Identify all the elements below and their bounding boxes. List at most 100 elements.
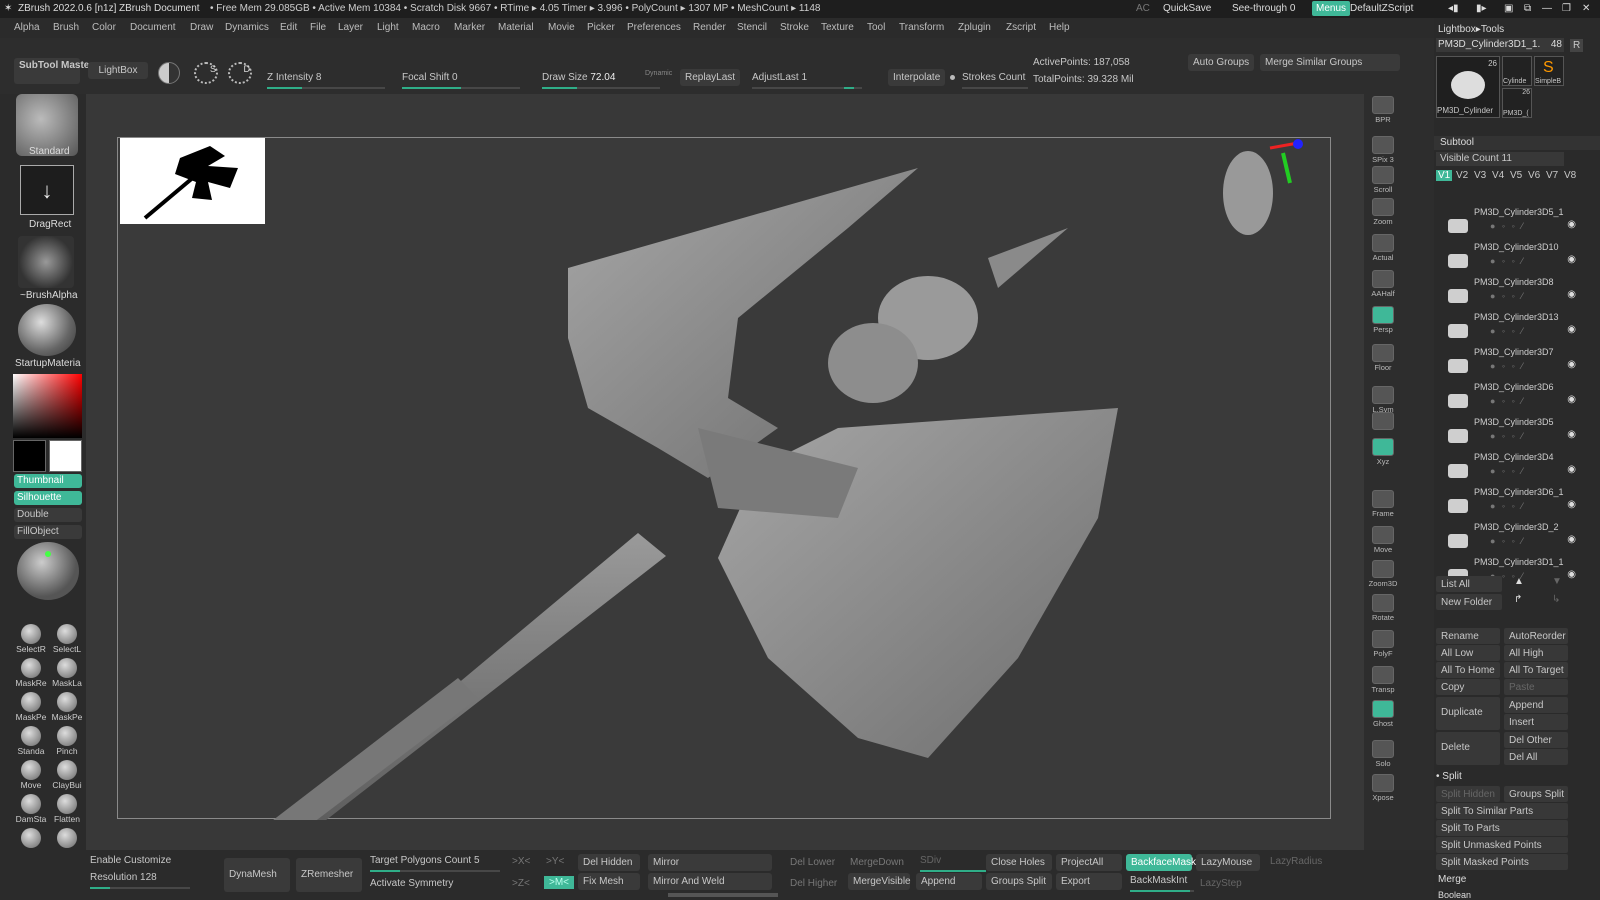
subtool-row[interactable]: PM3D_Cylinder3D6 ● ◦ ◦ ⁄ ◉ (1448, 382, 1576, 417)
eye-icon[interactable]: ◉ (1567, 534, 1576, 545)
version-tab-v3[interactable]: V3 (1474, 170, 1486, 181)
tool-thumbnail-main[interactable]: 26 PM3D_Cylinder (1436, 56, 1500, 118)
split-header[interactable]: • Split (1436, 771, 1462, 782)
r-button[interactable]: R (1570, 39, 1584, 52)
activate-symmetry-button[interactable]: Activate Symmetry (370, 878, 453, 889)
merge-down-button[interactable]: MergeDown (850, 857, 904, 868)
eye-icon[interactable]: ◉ (1567, 499, 1576, 510)
auto-groups-button[interactable]: Auto Groups (1188, 54, 1255, 71)
merge-similar-groups-button[interactable]: Merge Similar Groups (1260, 54, 1400, 71)
bpr-button[interactable]: BPR (1366, 96, 1400, 128)
z-intensity-slider[interactable]: Z Intensity 8 (267, 72, 385, 89)
all-to-target-button[interactable]: All To Target (1504, 662, 1568, 678)
sym-m-button[interactable]: >M< (544, 876, 575, 889)
project-all-button[interactable]: ProjectAll (1056, 854, 1122, 871)
xyz-button[interactable]: Xyz (1366, 438, 1400, 470)
menu-texture[interactable]: Texture (821, 22, 854, 33)
menu-brush[interactable]: Brush (53, 22, 79, 33)
split-to-parts-button[interactable]: Split To Parts (1436, 820, 1568, 836)
menu-help[interactable]: Help (1049, 22, 1070, 33)
color-picker[interactable] (13, 374, 82, 438)
bottom-tray-handle[interactable] (668, 893, 778, 897)
mirror-button[interactable]: Mirror (648, 854, 772, 871)
all-to-home-button[interactable]: All To Home (1436, 662, 1500, 678)
eye-icon[interactable]: ◉ (1567, 324, 1576, 335)
canvas-frame[interactable] (117, 137, 1331, 820)
del-hidden-button[interactable]: Del Hidden (578, 854, 640, 871)
zoom-button[interactable]: Zoom (1366, 198, 1400, 230)
eye-icon[interactable]: ◉ (1567, 464, 1576, 475)
version-tab-v1[interactable]: V1 (1436, 170, 1453, 181)
interpolate-button[interactable]: Interpolate (888, 69, 946, 86)
menu-stroke[interactable]: Stroke (780, 22, 809, 33)
menu-marker[interactable]: Marker (454, 22, 485, 33)
resolution-slider[interactable]: Resolution 128 (90, 872, 190, 889)
del-other-button[interactable]: Del Other (1504, 732, 1568, 748)
fillobject-toggle[interactable]: FillObject (14, 525, 82, 539)
stroke-dragrect-icon[interactable]: ↓ (20, 165, 74, 215)
tool-move-button[interactable]: Move (14, 760, 48, 792)
menu-transform[interactable]: Transform (899, 22, 944, 33)
move-up-icon[interactable]: ▲ (1514, 576, 1524, 587)
menu-stencil[interactable]: Stencil (737, 22, 767, 33)
subtool-row[interactable]: PM3D_Cylinder3D8 ● ◦ ◦ ⁄ ◉ (1448, 277, 1576, 312)
tool-maskre-button[interactable]: MaskRe (14, 658, 48, 690)
subtool-toggles[interactable]: ● ◦ ◦ ⁄ (1490, 536, 1525, 546)
menu-tool[interactable]: Tool (867, 22, 885, 33)
dynamesh-button[interactable]: DynaMesh (224, 858, 290, 892)
menu-document[interactable]: Document (130, 22, 176, 33)
backmask-int-slider[interactable]: BackMaskInt (1130, 875, 1194, 892)
paste-button[interactable]: Paste (1504, 679, 1568, 695)
eye-icon[interactable]: ◉ (1567, 429, 1576, 440)
subtool-row[interactable]: PM3D_Cylinder3D5 ● ◦ ◦ ⁄ ◉ (1448, 417, 1576, 452)
aahalf-button[interactable]: AAHalf (1366, 270, 1400, 302)
current-tool-slider[interactable]: PM3D_Cylinder3D1_1. 48 (1436, 38, 1564, 52)
subtool-row[interactable]: PM3D_Cylinder3D7 ● ◦ ◦ ⁄ ◉ (1448, 347, 1576, 382)
menu-material[interactable]: Material (498, 22, 534, 33)
move-down-icon[interactable]: ▼ (1552, 576, 1562, 587)
new-folder-button[interactable]: New Folder (1436, 594, 1502, 610)
tool-thumbnail-simpleb[interactable]: S SimpleB (1534, 56, 1564, 86)
subtool-toggles[interactable]: ● ◦ ◦ ⁄ (1490, 396, 1525, 406)
close-icon[interactable]: ✕ (1582, 3, 1590, 14)
split-masked-button[interactable]: Split Masked Points (1436, 854, 1568, 870)
tool-selectl-button[interactable]: SelectL (50, 624, 84, 656)
subtool-row[interactable]: PM3D_Cylinder3D13 ● ◦ ◦ ⁄ ◉ (1448, 312, 1576, 347)
subtool-toggles[interactable]: ● ◦ ◦ ⁄ (1490, 326, 1525, 336)
list-all-button[interactable]: List All (1436, 576, 1502, 592)
groups-split-button[interactable]: Groups Split (1504, 786, 1568, 802)
spix-button[interactable]: SPix 3 (1366, 136, 1400, 168)
eye-icon[interactable]: ◉ (1567, 254, 1576, 265)
tool-thumbnail-cylinder[interactable]: Cylinde (1502, 56, 1532, 86)
menu-preferences[interactable]: Preferences (627, 22, 681, 33)
brush-alpha-icon[interactable] (18, 236, 74, 288)
transp-button[interactable]: Transp (1366, 666, 1400, 698)
subtool-toggles[interactable]: ● ◦ ◦ ⁄ (1490, 221, 1525, 231)
solo-button[interactable]: Solo (1366, 740, 1400, 772)
main-color-swatch[interactable] (49, 440, 82, 472)
material-sphere-icon[interactable] (18, 304, 76, 356)
maximize-icon[interactable]: ❐ (1562, 3, 1571, 14)
visible-count-slider[interactable]: Visible Count 11 (1436, 152, 1564, 166)
subtool-row[interactable]: PM3D_Cylinder3D_2 ● ◦ ◦ ⁄ ◉ (1448, 522, 1576, 557)
subtool-toggles[interactable]: ● ◦ ◦ ⁄ (1490, 256, 1525, 266)
menu-color[interactable]: Color (92, 22, 116, 33)
tool-flatten-button[interactable]: Flatten (50, 794, 84, 826)
menu-picker[interactable]: Picker (587, 22, 615, 33)
version-tab-v6[interactable]: V6 (1528, 170, 1540, 181)
menu-file[interactable]: File (310, 22, 326, 33)
menu-zplugin[interactable]: Zplugin (958, 22, 991, 33)
lazy-radius-slider[interactable]: LazyRadius (1270, 856, 1322, 867)
version-tab-v4[interactable]: V4 (1492, 170, 1504, 181)
menu-dynamics[interactable]: Dynamics (225, 22, 269, 33)
mirror-and-weld-button[interactable]: Mirror And Weld (648, 873, 772, 890)
append-bottom-button[interactable]: Append (916, 873, 982, 890)
folder-arrow-icon[interactable]: ↱ (1514, 594, 1522, 605)
close-holes-button[interactable]: Close Holes (986, 854, 1052, 871)
subtool-toggles[interactable]: ● ◦ ◦ ⁄ (1490, 361, 1525, 371)
subtool-toggles[interactable]: ● ◦ ◦ ⁄ (1490, 291, 1525, 301)
menu-alpha[interactable]: Alpha (14, 22, 40, 33)
see-through-slider[interactable]: See-through 0 (1232, 3, 1295, 14)
tool-selectr-button[interactable]: SelectR (14, 624, 48, 656)
polyf-button[interactable]: PolyF (1366, 630, 1400, 662)
